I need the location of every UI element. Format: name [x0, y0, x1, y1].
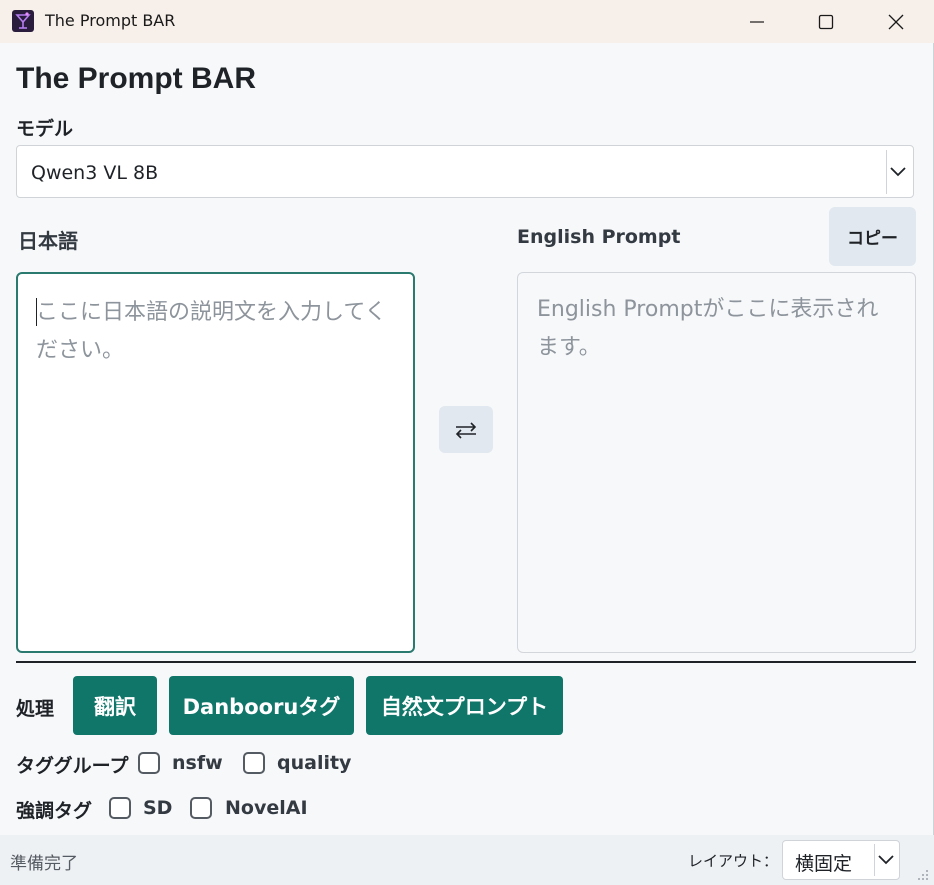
novelai-checkbox-label[interactable]: NovelAI: [225, 797, 308, 819]
emphasis-label: 強調タグ: [16, 800, 93, 822]
nsfw-checkbox-label[interactable]: nsfw: [172, 752, 223, 774]
app-logo-icon: [12, 10, 34, 32]
title-bar[interactable]: The Prompt BAR: [0, 0, 934, 43]
chevron-down-icon: [874, 844, 897, 876]
swap-arrows-icon: [455, 421, 477, 439]
japanese-input[interactable]: ここに日本語の説明文を入力してください。: [16, 272, 415, 653]
japanese-label: 日本語: [18, 229, 78, 253]
minimize-button[interactable]: [722, 0, 792, 43]
app-title: The Prompt BAR: [16, 62, 256, 95]
quality-checkbox-label[interactable]: quality: [277, 752, 351, 774]
close-button[interactable]: [861, 0, 931, 43]
model-select[interactable]: Qwen3 VL 8B: [16, 145, 914, 198]
process-label: 処理: [16, 698, 55, 720]
translate-button[interactable]: 翻訳: [73, 676, 157, 735]
layout-select[interactable]: 横固定: [782, 840, 900, 880]
status-bar: 準備完了 レイアウト： 横固定: [0, 835, 934, 885]
english-label: English Prompt: [517, 226, 681, 248]
japanese-input-placeholder: ここに日本語の説明文を入力してください。: [36, 300, 387, 363]
resize-grip-icon[interactable]: [916, 867, 930, 881]
maximize-button[interactable]: [791, 0, 861, 43]
sd-checkbox[interactable]: [109, 797, 131, 819]
minimize-icon: [750, 20, 764, 23]
sd-checkbox-label[interactable]: SD: [143, 797, 172, 819]
natural-prompt-button[interactable]: 自然文プロンプト: [366, 676, 563, 735]
nsfw-checkbox[interactable]: [138, 752, 160, 774]
model-select-value: Qwen3 VL 8B: [31, 162, 159, 184]
english-output-placeholder: English Promptがここに表示されます。: [537, 297, 879, 360]
tag-group-label: タググループ: [16, 755, 129, 777]
layout-label: レイアウト：: [688, 852, 779, 870]
status-text: 準備完了: [10, 854, 78, 874]
quality-checkbox[interactable]: [243, 752, 265, 774]
section-divider: [16, 661, 916, 663]
layout-select-value: 横固定: [795, 853, 853, 875]
model-label: モデル: [16, 118, 74, 140]
novelai-checkbox[interactable]: [190, 797, 212, 819]
maximize-icon: [818, 14, 834, 29]
window-title: The Prompt BAR: [45, 11, 176, 30]
english-output[interactable]: English Promptがここに表示されます。: [517, 272, 916, 653]
copy-button[interactable]: コピー: [829, 207, 916, 266]
swap-button[interactable]: [439, 406, 493, 453]
close-icon: [888, 14, 904, 29]
chevron-down-icon: [886, 150, 909, 194]
danbooru-tag-button[interactable]: Danbooruタグ: [169, 676, 354, 735]
app-window: The Prompt BAR The Prompt BAR モデル Qwen3 …: [0, 0, 934, 885]
